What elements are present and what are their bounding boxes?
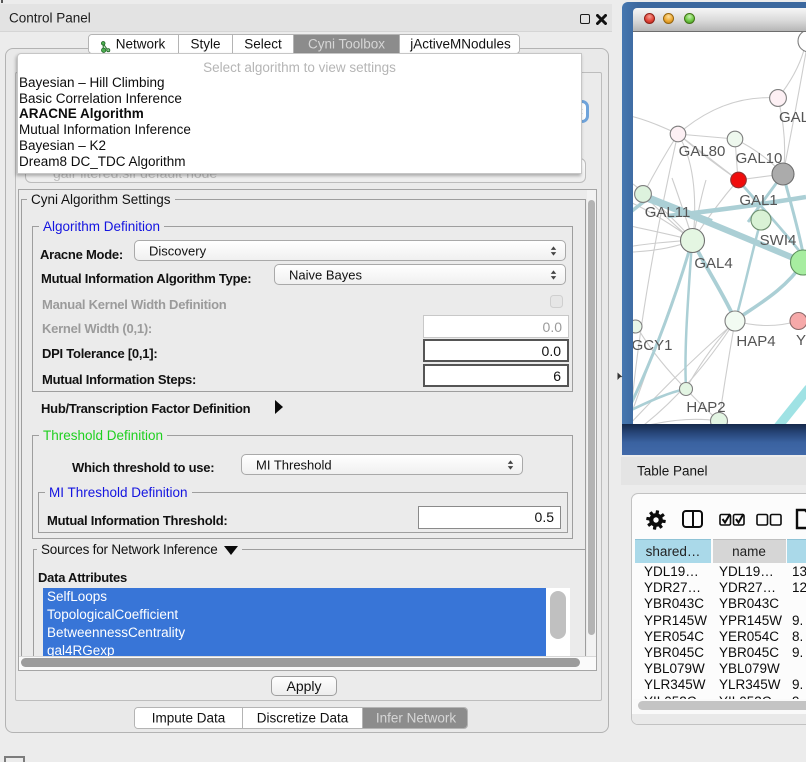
- svg-text:GCY1: GCY1: [633, 337, 672, 354]
- svg-text:SWI4: SWI4: [760, 232, 797, 249]
- svg-text:YG: YG: [796, 332, 806, 349]
- svg-text:GAL11: GAL11: [645, 204, 691, 221]
- svg-text:HAP4: HAP4: [736, 333, 775, 350]
- svg-text:GAL80: GAL80: [679, 143, 726, 160]
- svg-text:GAL4: GAL4: [694, 255, 732, 272]
- svg-text:HAP2: HAP2: [686, 399, 725, 416]
- svg-text:GAL10: GAL10: [736, 150, 783, 167]
- svg-text:GAL7: GAL7: [779, 109, 806, 126]
- svg-text:GAL1: GAL1: [739, 192, 777, 209]
